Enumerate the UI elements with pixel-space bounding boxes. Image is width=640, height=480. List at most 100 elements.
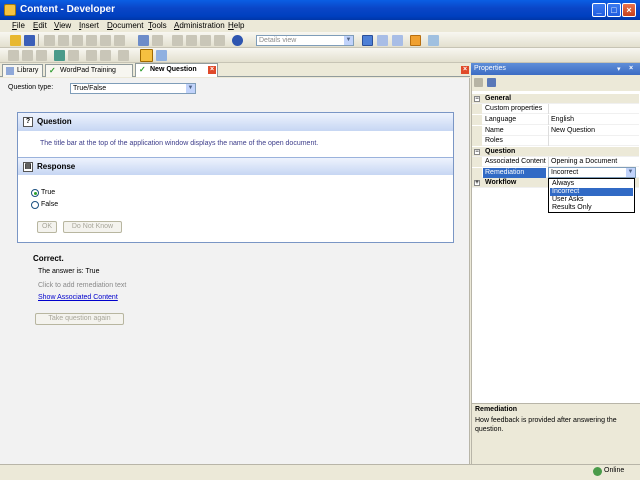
pin-icon[interactable]: ▾ [617, 65, 621, 73]
document-tabs: Library ✓ WordPad Training ✓ New Question [0, 63, 470, 77]
remediation-hint[interactable]: Click to add remediation text [38, 282, 126, 289]
option-false-label[interactable]: False [41, 201, 58, 208]
remediation-dropdown-list: Always Incorrect User Asks Results Only [548, 178, 635, 213]
question-section-header: ? Question [18, 113, 453, 131]
menu-file[interactable]: File [12, 21, 25, 30]
preview-icon[interactable] [54, 50, 65, 61]
minimize-button[interactable]: _ [592, 3, 606, 17]
toolbar-format [0, 48, 640, 63]
menu-bar: File Edit View Insert Document Tools Adm… [0, 20, 640, 32]
radio-true[interactable] [31, 189, 39, 197]
window-title: Content - Developer [20, 4, 116, 15]
format-1-icon[interactable] [8, 50, 19, 61]
menu-edit[interactable]: Edit [33, 21, 47, 30]
properties-toolbar [472, 75, 640, 91]
app-icon [4, 4, 16, 16]
take-question-again-button[interactable]: Take question again [35, 313, 124, 325]
categorized-icon[interactable] [474, 78, 483, 87]
move-down-icon[interactable] [214, 35, 225, 46]
delete-icon[interactable] [114, 35, 125, 46]
split-horizontal-icon[interactable] [377, 35, 388, 46]
property-description-title: Remediation [475, 406, 518, 413]
property-description-text: How feedback is provided after answering… [475, 417, 617, 433]
question-type-label: Question type: [8, 84, 54, 91]
status-bar [0, 464, 640, 480]
menu-administration[interactable]: Administration [174, 21, 225, 30]
sort-alpha-icon[interactable] [487, 78, 496, 87]
tab-new-question[interactable]: ✓ New Question [135, 63, 218, 77]
edit-pencil-icon[interactable] [140, 49, 153, 62]
prop-row-custom[interactable]: Custom properties [472, 104, 639, 114]
editor-close-icon[interactable]: × [461, 66, 469, 74]
properties-title: Properties [471, 63, 640, 75]
format-7-icon[interactable] [118, 50, 129, 61]
menu-help[interactable]: Help [228, 21, 244, 30]
menu-tools[interactable]: Tools [148, 21, 167, 30]
copy-icon[interactable] [86, 35, 97, 46]
maximize-button[interactable]: □ [607, 3, 621, 17]
save-icon[interactable] [24, 35, 35, 46]
response-section-header: ▤ Response [18, 157, 453, 175]
properties-toggle-icon[interactable] [410, 35, 421, 46]
search-doc-icon[interactable] [156, 50, 167, 61]
print-icon[interactable] [58, 35, 69, 46]
properties-close-icon[interactable]: × [629, 65, 633, 72]
feedback-title: Correct. [33, 254, 64, 263]
prop-row-roles[interactable]: Roles [472, 136, 639, 146]
option-true-label[interactable]: True [41, 189, 55, 196]
format-2-icon[interactable] [22, 50, 33, 61]
remediation-select[interactable]: Incorrect ▼ [548, 167, 636, 178]
response-icon: ▤ [23, 162, 33, 172]
option-always[interactable]: Always [550, 180, 633, 188]
indent-icon[interactable] [172, 35, 183, 46]
status-text: Online [604, 467, 625, 474]
collapse-icon[interactable]: − [474, 149, 480, 155]
format-4-icon[interactable] [68, 50, 79, 61]
menu-insert[interactable]: Insert [79, 21, 99, 30]
new-icon[interactable] [44, 35, 55, 46]
prop-row-associated-content[interactable]: Associated Content Opening a Document [472, 157, 639, 167]
outdent-icon[interactable] [186, 35, 197, 46]
split-vertical-icon[interactable] [392, 35, 403, 46]
move-up-icon[interactable] [200, 35, 211, 46]
question-type-select[interactable]: True/False ▼ [70, 83, 196, 94]
option-incorrect[interactable]: Incorrect [550, 188, 633, 196]
show-associated-content-link[interactable]: Show Associated Content [38, 294, 118, 301]
option-user-asks[interactable]: User Asks [550, 196, 633, 204]
help-icon[interactable] [232, 35, 243, 46]
format-6-icon[interactable] [100, 50, 111, 61]
prop-row-language[interactable]: Language English [472, 115, 639, 125]
redo-icon[interactable] [152, 35, 163, 46]
answer-text: The answer is: True [38, 268, 100, 275]
format-3-icon[interactable] [36, 50, 47, 61]
toolbar-separator [38, 34, 39, 46]
category-general[interactable]: − General [472, 94, 639, 104]
tab-close-icon[interactable]: × [208, 66, 216, 74]
option-results-only[interactable]: Results Only [550, 204, 633, 212]
menu-view[interactable]: View [54, 21, 71, 30]
menu-document[interactable]: Document [107, 21, 143, 30]
category-question[interactable]: − Question [472, 147, 639, 157]
ok-button[interactable]: OK [37, 221, 57, 233]
cut-icon[interactable] [72, 35, 83, 46]
details-layout-icon[interactable] [362, 35, 373, 46]
collapse-icon[interactable]: − [474, 96, 480, 102]
prop-row-name[interactable]: Name New Question [472, 126, 639, 136]
question-mark-icon: ? [23, 117, 33, 127]
tab-wordpad-training[interactable]: ✓ WordPad Training [45, 64, 133, 77]
paste-icon[interactable] [100, 35, 111, 46]
check-doc-icon: ✓ [139, 65, 146, 74]
undo-icon[interactable] [138, 35, 149, 46]
tab-library[interactable]: Library [2, 64, 43, 77]
online-status-icon [593, 467, 602, 476]
do-not-know-button[interactable]: Do Not Know [63, 221, 122, 233]
format-5-icon[interactable] [86, 50, 97, 61]
question-text[interactable]: The title bar at the top of the applicat… [40, 140, 318, 147]
view-select[interactable]: Details view ▼ [256, 35, 354, 46]
refresh-icon[interactable] [428, 35, 439, 46]
check-doc-icon: ✓ [49, 66, 56, 75]
close-button[interactable]: × [622, 3, 636, 17]
expand-icon[interactable]: + [474, 180, 480, 186]
open-folder-icon[interactable] [10, 35, 21, 46]
radio-false[interactable] [31, 201, 39, 209]
